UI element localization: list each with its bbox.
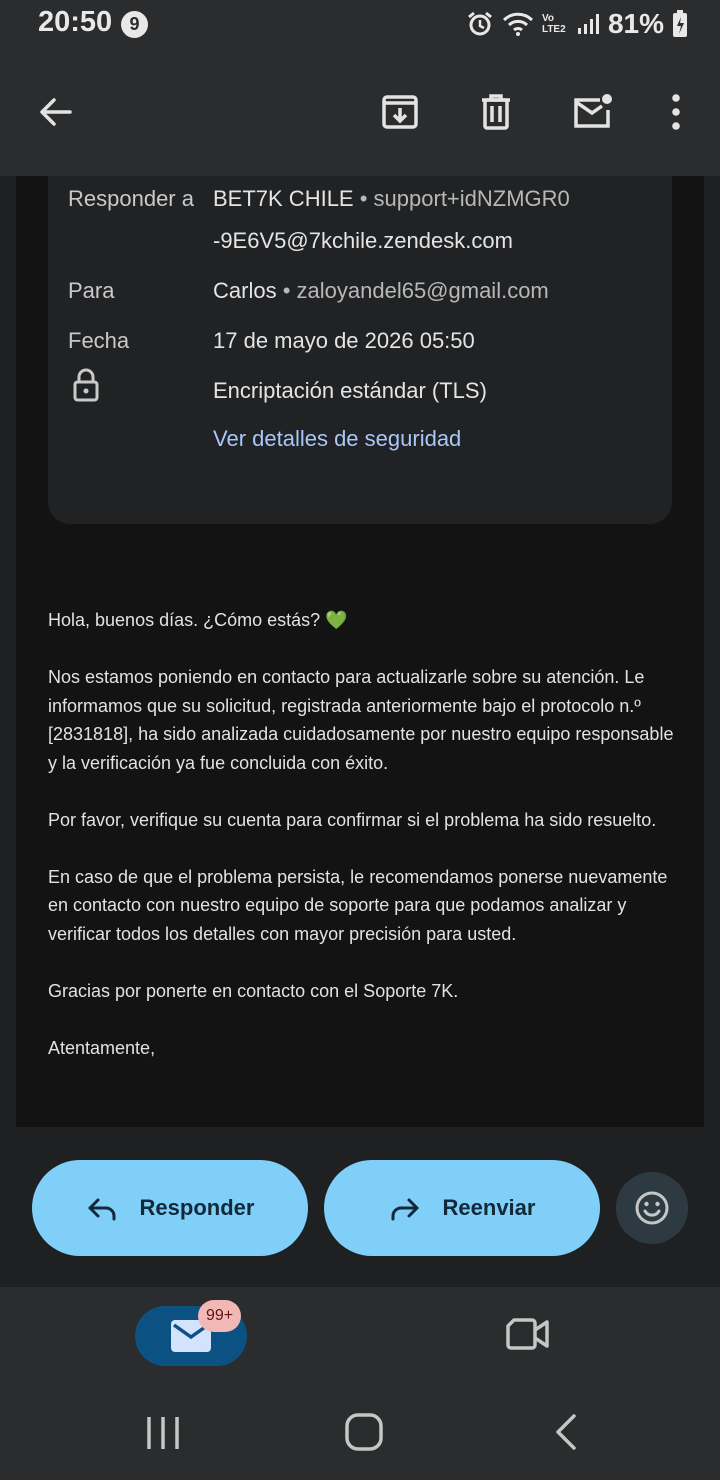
- reply-icon: [88, 1198, 116, 1221]
- mail-unread-badge: 99+: [198, 1300, 242, 1332]
- bottom-navigation: 99+: [0, 1287, 720, 1387]
- battery-level: 81%: [607, 8, 664, 39]
- body-paragraph-3: En caso de que el problema persista, le …: [48, 866, 668, 944]
- forward-button[interactable]: Reenviar: [324, 1160, 600, 1256]
- back-nav-icon[interactable]: [552, 1414, 580, 1450]
- body-paragraph-2: Por favor, verifique su cuenta para conf…: [48, 809, 657, 830]
- signal-icon: [577, 14, 599, 34]
- encryption-value: Encriptación estándar (TLS): [213, 378, 487, 403]
- app-bar: [0, 50, 720, 176]
- recent-apps-icon[interactable]: [145, 1415, 181, 1451]
- date-value: 17 de mayo de 2026 05:50: [213, 328, 475, 353]
- body-paragraph-4: Gracias por ponerte en contacto con el S…: [48, 980, 459, 1001]
- reply-to-label: Responder a: [68, 186, 194, 211]
- forward-button-label: Reenviar: [442, 1195, 536, 1220]
- mail-unread-icon[interactable]: [570, 90, 614, 134]
- status-icons: Vo LTE2 81%: [466, 8, 688, 40]
- email-actions-bar: Responder Reenviar: [0, 1127, 720, 1287]
- reply-to-email-continued: -9E6V5@7kchile.zendesk.com: [213, 228, 513, 253]
- status-bar: 20:50 9 Vo LTE2 81%: [0, 0, 720, 50]
- to-label: Para: [68, 278, 115, 303]
- to-name: Carlos: [213, 278, 277, 303]
- body-closing: Atentamente,: [48, 1037, 156, 1058]
- reply-button[interactable]: Responder: [32, 1160, 308, 1256]
- network-type: Vo LTE2: [541, 13, 566, 35]
- security-details-link[interactable]: Ver detalles de seguridad: [213, 426, 461, 452]
- more-vert-icon[interactable]: [654, 90, 698, 134]
- video-meet-icon[interactable]: [506, 1317, 550, 1351]
- email-content: Responder a BET7K CHILE • support+idNZMG…: [16, 176, 704, 1127]
- reply-to-email: • support+idNZMGR0: [359, 186, 570, 211]
- home-icon[interactable]: [344, 1412, 384, 1452]
- to-email: • zaloyandel65@gmail.com: [282, 278, 549, 303]
- battery-charging-icon: [673, 10, 687, 37]
- trash-icon[interactable]: [474, 90, 518, 134]
- reply-to-name: BET7K CHILE: [213, 186, 354, 211]
- wifi-icon: [502, 12, 534, 36]
- system-navigation-bar: [0, 1387, 720, 1480]
- body-paragraph-1: Nos estamos poniendo en contacto para ac…: [48, 667, 674, 773]
- archive-icon[interactable]: [378, 90, 422, 134]
- arrow-back-icon[interactable]: [34, 90, 78, 134]
- emoji-reaction-button[interactable]: [616, 1172, 688, 1244]
- date-label: Fecha: [68, 328, 130, 353]
- to-value: Carlos • zaloyandel65@gmail.com: [213, 278, 549, 304]
- body-greeting: Hola, buenos días. ¿Cómo estás? 💚: [48, 610, 348, 630]
- status-time: 20:50: [38, 6, 113, 38]
- alarm-icon: [468, 11, 492, 36]
- reply-button-label: Responder: [139, 1195, 255, 1220]
- lock-icon: [73, 368, 99, 402]
- email-details-card: Responder a BET7K CHILE • support+idNZMG…: [48, 176, 672, 524]
- notification-count-badge: 9: [121, 11, 148, 38]
- email-body: Hola, buenos días. ¿Cómo estás? 💚 Nos es…: [48, 606, 678, 1091]
- reply-to-value: BET7K CHILE • support+idNZMGR0: [213, 186, 570, 212]
- forward-icon: [391, 1198, 419, 1221]
- smiley-icon: [635, 1191, 669, 1225]
